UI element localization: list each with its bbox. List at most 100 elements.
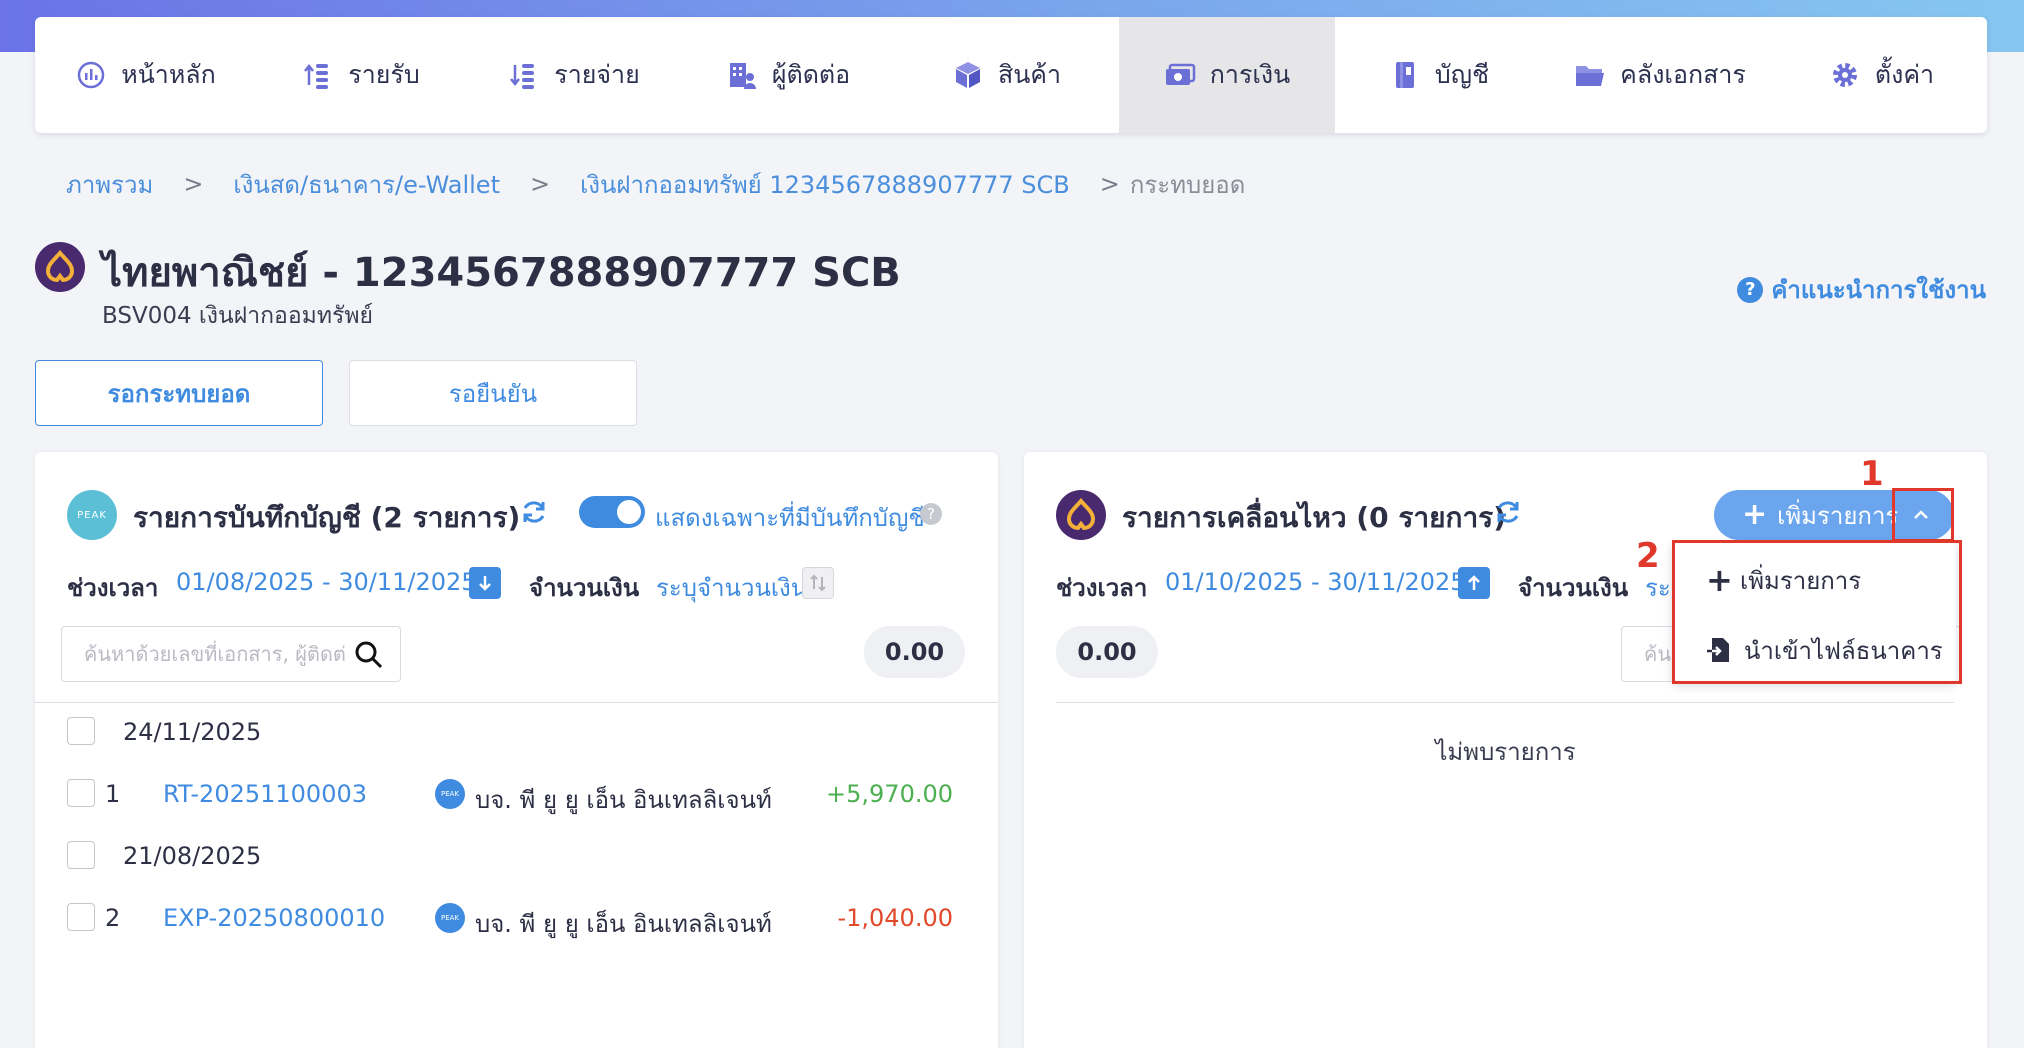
annotation-number-1: 1: [1860, 454, 1884, 494]
row-number: 1: [105, 780, 121, 808]
gear-icon: [1829, 59, 1861, 91]
document-link[interactable]: RT-20251100003: [163, 780, 367, 808]
arrow-up-icon: [1468, 575, 1480, 590]
nav-item-accounting[interactable]: บัญชี: [1335, 17, 1543, 133]
page-title: ไทยพาณิชย์ - 1234567888907777 SCB: [102, 250, 901, 296]
search-placeholder: ค้นหาด้วยเลขที่เอกสาร, ผู้ติดต่อ: [84, 642, 346, 666]
peak-logo: PEAK: [67, 490, 117, 540]
nav-item-settings[interactable]: ตั้งค่า: [1777, 17, 1986, 133]
divider: [1056, 702, 1954, 703]
money-icon: [1164, 59, 1196, 91]
document-link[interactable]: EXP-20250800010: [163, 904, 385, 932]
nav-label: รายรับ: [348, 60, 420, 89]
main-navbar: หน้าหลัก รายรับ รายจ่าย ผู้ติดต่อ สินค้า…: [35, 17, 1987, 133]
nav-item-contacts[interactable]: ผู้ติดต่อ: [682, 17, 894, 133]
group-checkbox[interactable]: [67, 717, 95, 745]
nav-item-home[interactable]: หน้าหลัก: [35, 17, 256, 133]
scb-bank-logo: [35, 242, 85, 292]
sort-desc-button[interactable]: [469, 567, 501, 599]
amount-negative: -1,040.00: [837, 904, 953, 932]
breadcrumb-separator: >: [1099, 170, 1120, 198]
nav-label: ตั้งค่า: [1874, 60, 1935, 89]
help-link-label: คำแนะนำการใช้งาน: [1771, 276, 1986, 304]
panel-title: รายการเคลื่อนไหว (0 รายการ): [1122, 501, 1507, 534]
period-label: ช่วงเวลา: [67, 574, 159, 602]
folder-icon: [1574, 59, 1606, 91]
page-subtitle: BSV004 เงินฝากออมทรัพย์: [102, 303, 373, 329]
scb-bank-logo: [1056, 490, 1106, 540]
group-date: 21/08/2025: [123, 842, 262, 870]
nav-item-income[interactable]: รายรับ: [256, 17, 466, 133]
plus-icon: +: [1742, 497, 1768, 532]
nav-item-finance[interactable]: การเงิน: [1119, 17, 1335, 133]
sort-toggle-button[interactable]: [802, 567, 834, 599]
group-checkbox[interactable]: [67, 841, 95, 869]
nav-label: สินค้า: [997, 60, 1062, 89]
nav-label: การเงิน: [1209, 60, 1291, 89]
refresh-icon[interactable]: [1493, 497, 1523, 527]
help-question-icon: ?: [1737, 276, 1764, 303]
total-amount: 0.00: [1056, 626, 1158, 678]
nav-label: คลังเอกสาร: [1620, 60, 1746, 89]
amount-value[interactable]: ระบุจำนวนเงิน: [656, 568, 807, 607]
refresh-icon[interactable]: [519, 497, 549, 527]
period-value[interactable]: 01/10/2025 - 30/11/2025: [1165, 568, 1466, 596]
toggle-label: แสดงเฉพาะที่มีบันทึกบัญชี: [655, 504, 925, 532]
row-checkbox[interactable]: [67, 779, 95, 807]
ledger-book-icon: [1389, 59, 1421, 91]
bank-movements-panel: รายการเคลื่อนไหว (0 รายการ) + เพิ่มรายกา…: [1024, 452, 1987, 1048]
nav-label: หน้าหลัก: [121, 60, 216, 89]
total-amount: 0.00: [864, 626, 965, 678]
annotation-highlight-2: [1672, 540, 1962, 684]
breadcrumb: ภาพรวม > เงินสด/ธนาคาร/e-Wallet > เงินฝา…: [66, 166, 1245, 202]
breadcrumb-separator: >: [529, 170, 551, 198]
nav-label: บัญชี: [1434, 60, 1490, 89]
income-icon: [302, 59, 334, 91]
search-icon[interactable]: [354, 640, 384, 670]
nav-label: รายจ่าย: [554, 60, 640, 89]
amount-positive: +5,970.00: [826, 780, 953, 808]
breadcrumb-savings-account[interactable]: เงินฝากออมทรัพย์ 1234567888907777 SCB: [580, 165, 1070, 204]
amount-label: จำนวนเงิน: [529, 574, 640, 602]
contact-peak-logo: PEAK: [435, 779, 465, 809]
sort-arrows-icon: [810, 574, 826, 592]
contact-name: บจ. พี ยู ยู เอ็น อินเทลลิเจนท์: [475, 786, 772, 814]
annotation-number-2: 2: [1636, 536, 1660, 576]
product-box-icon: [952, 59, 984, 91]
tab-pending-confirm[interactable]: รอยืนยัน: [349, 360, 637, 426]
search-placeholder: ค้น: [1644, 642, 1672, 666]
contact-name: บจ. พี ยู ยู เอ็น อินเทลลิเจนท์: [475, 910, 772, 938]
nav-item-products[interactable]: สินค้า: [894, 17, 1119, 133]
period-value[interactable]: 01/08/2025 - 30/11/2025: [176, 568, 477, 596]
help-link[interactable]: ? คำแนะนำการใช้งาน: [1737, 270, 1986, 309]
panel-title: รายการบันทึกบัญชี (2 รายการ): [133, 501, 521, 534]
breadcrumb-separator: >: [183, 170, 204, 198]
row-checkbox[interactable]: [67, 903, 95, 931]
dashboard-icon: [75, 59, 107, 91]
amount-label: จำนวนเงิน: [1518, 574, 1629, 602]
search-input[interactable]: ค้นหาด้วยเลขที่เอกสาร, ผู้ติดต่อ: [61, 626, 401, 682]
tab-pending-reconcile[interactable]: รอกระทบยอด: [35, 360, 323, 426]
show-with-entries-toggle[interactable]: [579, 496, 645, 528]
group-date: 24/11/2025: [123, 718, 262, 746]
row-number: 2: [105, 904, 121, 932]
period-label: ช่วงเวลา: [1056, 574, 1148, 602]
expense-icon: [508, 59, 540, 91]
nav-item-documents[interactable]: คลังเอกสาร: [1543, 17, 1777, 133]
contact-peak-logo: PEAK: [435, 903, 465, 933]
sort-asc-button[interactable]: [1458, 567, 1490, 599]
accounting-entries-panel: PEAK รายการบันทึกบัญชี (2 รายการ) แสดงเฉ…: [35, 452, 998, 1048]
divider: [35, 702, 998, 703]
empty-message: ไม่พบรายการ: [1435, 738, 1576, 766]
breadcrumb-current: กระทบยอด: [1129, 170, 1246, 199]
info-question-icon[interactable]: ?: [920, 503, 942, 525]
add-button-label: เพิ่มรายการ: [1777, 501, 1899, 530]
arrow-down-icon: [479, 576, 491, 591]
toggle-knob: [617, 500, 641, 524]
nav-label: ผู้ติดต่อ: [771, 60, 851, 89]
nav-item-expense[interactable]: รายจ่าย: [466, 17, 682, 133]
annotation-highlight-1: [1892, 488, 1954, 542]
breadcrumb-overview[interactable]: ภาพรวม: [66, 165, 153, 204]
breadcrumb-cash-bank[interactable]: เงินสด/ธนาคาร/e-Wallet: [233, 165, 500, 204]
contacts-icon: [726, 59, 758, 91]
